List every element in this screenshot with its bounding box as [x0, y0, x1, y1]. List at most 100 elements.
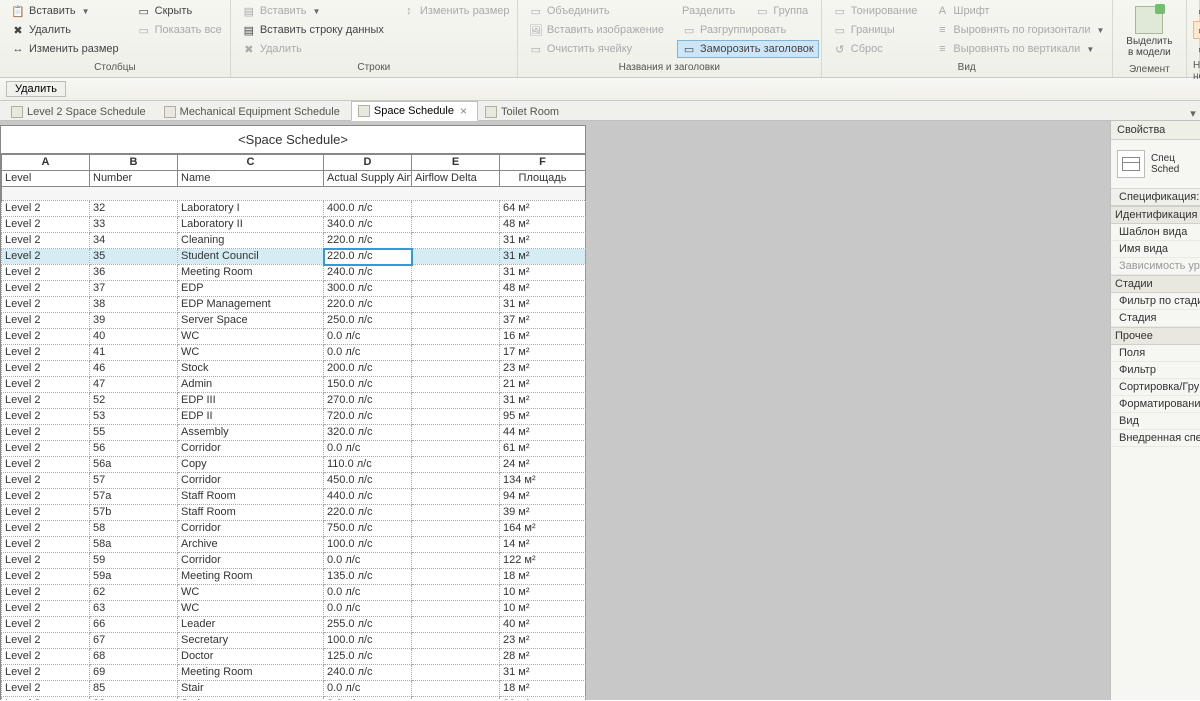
- table-cell[interactable]: 220.0 л/с: [324, 297, 412, 313]
- hide-unplaced-button[interactable]: ▭Скрыть: [1193, 21, 1200, 39]
- table-row[interactable]: Level 288Stair0.0 л/с20 м²: [2, 697, 586, 701]
- table-cell[interactable]: Level 2: [2, 617, 90, 633]
- reset-button[interactable]: ↺Сброс: [828, 40, 923, 58]
- table-cell[interactable]: 35: [90, 249, 178, 265]
- table-row[interactable]: Level 237EDP300.0 л/с48 м²: [2, 281, 586, 297]
- table-cell[interactable]: Level 2: [2, 681, 90, 697]
- prop-dependency[interactable]: Зависимость уро: [1111, 258, 1200, 275]
- table-cell[interactable]: [412, 601, 500, 617]
- properties-cat-phases[interactable]: Стадии: [1111, 275, 1200, 293]
- prop-appearance[interactable]: Вид: [1111, 413, 1200, 430]
- table-row[interactable]: Level 235Student Council220.0 л/с31 м²: [2, 249, 586, 265]
- table-cell[interactable]: 0.0 л/с: [324, 553, 412, 569]
- table-cell[interactable]: 46: [90, 361, 178, 377]
- table-cell[interactable]: [412, 217, 500, 233]
- table-cell[interactable]: Level 2: [2, 553, 90, 569]
- table-cell[interactable]: 164 м²: [500, 521, 586, 537]
- table-cell[interactable]: [412, 505, 500, 521]
- table-cell[interactable]: Corridor: [178, 441, 324, 457]
- highlight-in-model-button[interactable]: Выделитьв модели: [1119, 2, 1180, 62]
- table-cell[interactable]: 31 м²: [500, 297, 586, 313]
- table-cell[interactable]: Level 2: [2, 361, 90, 377]
- table-cell[interactable]: Level 2: [2, 569, 90, 585]
- column-header[interactable]: Level: [2, 171, 90, 187]
- table-cell[interactable]: 85: [90, 681, 178, 697]
- table-row[interactable]: Level 262WC0.0 л/с10 м²: [2, 585, 586, 601]
- table-cell[interactable]: Level 2: [2, 265, 90, 281]
- table-cell[interactable]: WC: [178, 585, 324, 601]
- table-cell[interactable]: Level 2: [2, 345, 90, 361]
- table-cell[interactable]: 320.0 л/с: [324, 425, 412, 441]
- table-cell[interactable]: [412, 409, 500, 425]
- table-cell[interactable]: [412, 457, 500, 473]
- tab-mechanical-equipment-schedule[interactable]: Mechanical Equipment Schedule: [157, 103, 351, 120]
- column-letter[interactable]: A: [2, 155, 90, 171]
- prop-embedded[interactable]: Внедренная спец: [1111, 430, 1200, 447]
- table-cell[interactable]: 67: [90, 633, 178, 649]
- table-cell[interactable]: 750.0 л/с: [324, 521, 412, 537]
- column-header[interactable]: Name: [178, 171, 324, 187]
- table-cell[interactable]: 0.0 л/с: [324, 601, 412, 617]
- table-cell[interactable]: [412, 249, 500, 265]
- table-cell[interactable]: Level 2: [2, 201, 90, 217]
- table-cell[interactable]: Level 2: [2, 425, 90, 441]
- table-cell[interactable]: 59: [90, 553, 178, 569]
- table-cell[interactable]: [412, 265, 500, 281]
- table-cell[interactable]: 24 м²: [500, 457, 586, 473]
- table-cell[interactable]: 39 м²: [500, 505, 586, 521]
- table-cell[interactable]: [412, 361, 500, 377]
- schedule-body[interactable]: Level 232Laboratory I400.0 л/с64 м²Level…: [2, 187, 586, 701]
- table-cell[interactable]: 17 м²: [500, 345, 586, 361]
- table-cell[interactable]: 57b: [90, 505, 178, 521]
- table-cell[interactable]: 21 м²: [500, 377, 586, 393]
- columns-resize-button[interactable]: ↔Изменить размер: [6, 40, 124, 58]
- rows-insert-button[interactable]: ▤Вставить▼: [237, 2, 389, 20]
- table-cell[interactable]: 48 м²: [500, 281, 586, 297]
- table-cell[interactable]: Level 2: [2, 441, 90, 457]
- table-cell[interactable]: Level 2: [2, 297, 90, 313]
- close-tab-icon[interactable]: ×: [460, 104, 467, 118]
- table-row[interactable]: Level 257Corridor450.0 л/с134 м²: [2, 473, 586, 489]
- schedule-title[interactable]: <Space Schedule>: [1, 126, 585, 154]
- table-cell[interactable]: 62: [90, 585, 178, 601]
- table-cell[interactable]: Level 2: [2, 217, 90, 233]
- table-cell[interactable]: Doctor: [178, 649, 324, 665]
- table-cell[interactable]: [412, 697, 500, 701]
- prop-formatting[interactable]: Форматирование: [1111, 396, 1200, 413]
- table-cell[interactable]: Level 2: [2, 249, 90, 265]
- insert-image-button[interactable]: 🖼Вставить изображение: [524, 21, 669, 39]
- table-cell[interactable]: 31 м²: [500, 393, 586, 409]
- table-row[interactable]: Level 258Corridor750.0 л/с164 м²: [2, 521, 586, 537]
- table-row[interactable]: Level 252EDP III270.0 л/с31 м²: [2, 393, 586, 409]
- table-cell[interactable]: 34: [90, 233, 178, 249]
- table-cell[interactable]: Level 2: [2, 521, 90, 537]
- table-cell[interactable]: Meeting Room: [178, 265, 324, 281]
- table-cell[interactable]: 56: [90, 441, 178, 457]
- table-cell[interactable]: 255.0 л/с: [324, 617, 412, 633]
- table-cell[interactable]: [412, 537, 500, 553]
- table-cell[interactable]: 100.0 л/с: [324, 537, 412, 553]
- table-cell[interactable]: Stair: [178, 697, 324, 701]
- column-header[interactable]: Actual Supply Airflow: [324, 171, 412, 187]
- table-cell[interactable]: 28 м²: [500, 649, 586, 665]
- table-cell[interactable]: 300.0 л/с: [324, 281, 412, 297]
- table-cell[interactable]: 450.0 л/с: [324, 473, 412, 489]
- table-cell[interactable]: 61 м²: [500, 441, 586, 457]
- table-cell[interactable]: 340.0 л/с: [324, 217, 412, 233]
- table-cell[interactable]: 39: [90, 313, 178, 329]
- table-cell[interactable]: Level 2: [2, 329, 90, 345]
- table-row[interactable]: Level 285Stair0.0 л/с18 м²: [2, 681, 586, 697]
- table-row[interactable]: Level 259Corridor0.0 л/с122 м²: [2, 553, 586, 569]
- table-cell[interactable]: 57a: [90, 489, 178, 505]
- table-row[interactable]: Level 257aStaff Room440.0 л/с94 м²: [2, 489, 586, 505]
- table-cell[interactable]: 220.0 л/с: [324, 233, 412, 249]
- table-cell[interactable]: [412, 329, 500, 345]
- table-cell[interactable]: 135.0 л/с: [324, 569, 412, 585]
- columns-delete-button[interactable]: ✖Удалить: [6, 21, 124, 39]
- table-cell[interactable]: 56a: [90, 457, 178, 473]
- freeze-header-button[interactable]: ▭Заморозить заголовок: [677, 40, 819, 58]
- properties-cat-other[interactable]: Прочее: [1111, 327, 1200, 345]
- column-header[interactable]: Number: [90, 171, 178, 187]
- table-cell[interactable]: 31 м²: [500, 265, 586, 281]
- table-cell[interactable]: 38: [90, 297, 178, 313]
